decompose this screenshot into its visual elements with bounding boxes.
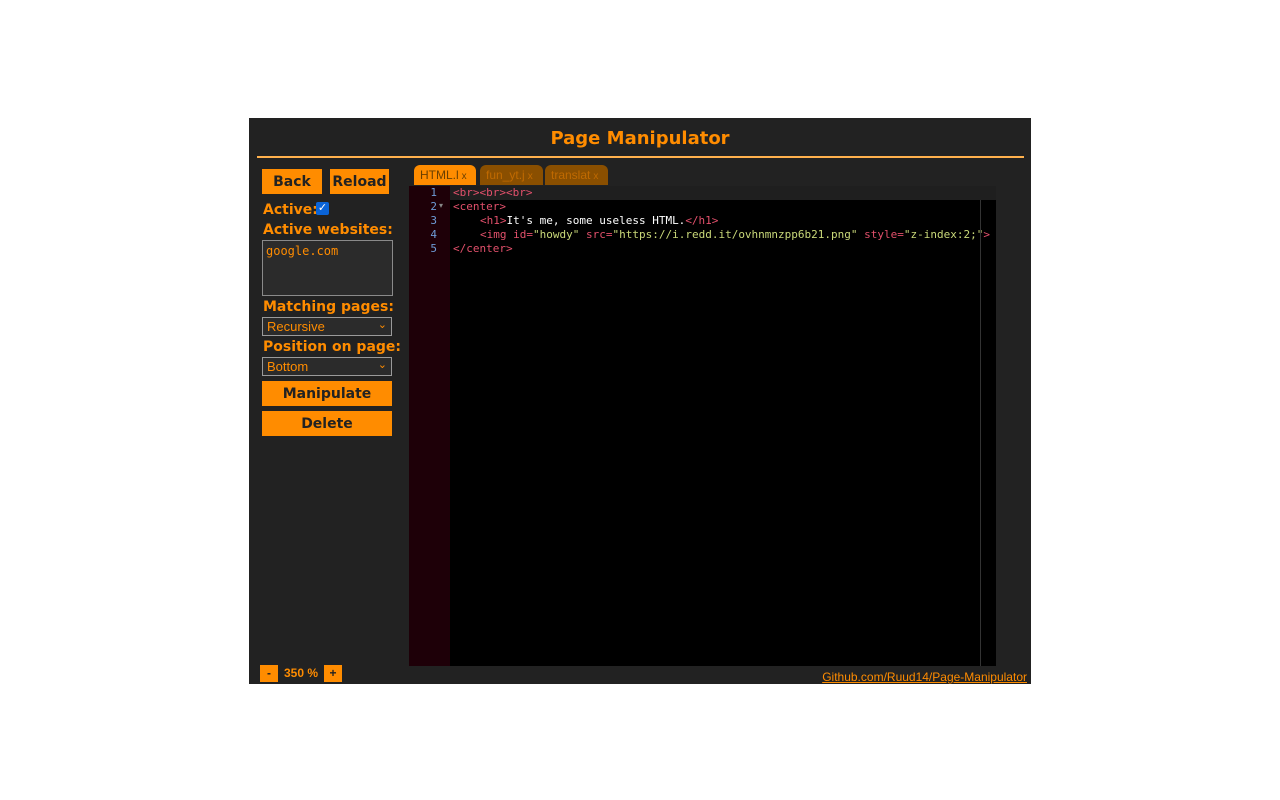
tab-label: fun_yt.j — [486, 168, 525, 182]
manipulate-button[interactable]: Manipulate — [262, 381, 392, 406]
tab-label: translat — [551, 168, 591, 182]
active-label: Active: — [263, 202, 318, 218]
line-number: 1 — [430, 186, 437, 199]
line-number: 3 — [430, 214, 437, 227]
line-number: 5 — [430, 242, 437, 255]
fold-arrow-icon[interactable]: ▾ — [439, 201, 443, 210]
position-on-page-label: Position on page: — [263, 339, 402, 355]
code-editor[interactable]: 1 2 3 4 5 ▾ <br><br><br> <center> <h1>It… — [409, 186, 996, 666]
close-icon[interactable]: x — [528, 171, 533, 182]
active-websites-textarea[interactable]: google.com — [262, 240, 393, 296]
code-line-1: <br><br><br> — [453, 186, 533, 199]
tab-label: HTML.l — [420, 168, 459, 182]
line-number: 2 — [430, 200, 437, 213]
matching-pages-value: Recursive — [267, 319, 325, 334]
zoom-level: 350 % — [284, 666, 319, 680]
code-line-4: <img id="howdy" src="https://i.redd.it/o… — [480, 228, 991, 241]
position-select[interactable]: Bottom ⌄ — [262, 357, 392, 376]
extension-panel: Page Manipulator Back Reload Active: ✓ A… — [249, 118, 1031, 684]
code-line-5: </center> — [453, 242, 513, 255]
print-margin — [980, 200, 981, 666]
zoom-out-button[interactable]: - — [260, 665, 278, 682]
matching-pages-select[interactable]: Recursive ⌄ — [262, 317, 392, 336]
github-link[interactable]: Github.com/Ruud14/Page-Manipulator — [822, 670, 1027, 684]
tab-fun-yt[interactable]: fun_yt.j x — [480, 165, 543, 185]
line-number: 4 — [430, 228, 437, 241]
chevron-down-icon: ⌄ — [377, 359, 387, 371]
title-divider — [257, 156, 1024, 158]
code-line-2: <center> — [453, 200, 506, 213]
editor-gutter — [409, 186, 450, 666]
close-icon[interactable]: x — [462, 171, 467, 182]
page-title: Page Manipulator — [550, 128, 730, 149]
tab-html[interactable]: HTML.l x — [414, 165, 476, 185]
zoom-in-button[interactable]: + — [324, 665, 342, 682]
position-value: Bottom — [267, 359, 309, 374]
active-checkbox[interactable]: ✓ — [316, 202, 329, 215]
reload-button[interactable]: Reload — [330, 169, 389, 194]
delete-button[interactable]: Delete — [262, 411, 392, 436]
tab-translat[interactable]: translat x — [545, 165, 608, 185]
active-websites-label: Active websites: — [263, 222, 393, 238]
matching-pages-label: Matching pages: — [263, 299, 394, 315]
code-line-3: <h1>It's me, some useless HTML.</h1> — [480, 214, 719, 227]
back-button[interactable]: Back — [262, 169, 322, 194]
close-icon[interactable]: x — [593, 171, 598, 182]
chevron-down-icon: ⌄ — [377, 319, 387, 331]
